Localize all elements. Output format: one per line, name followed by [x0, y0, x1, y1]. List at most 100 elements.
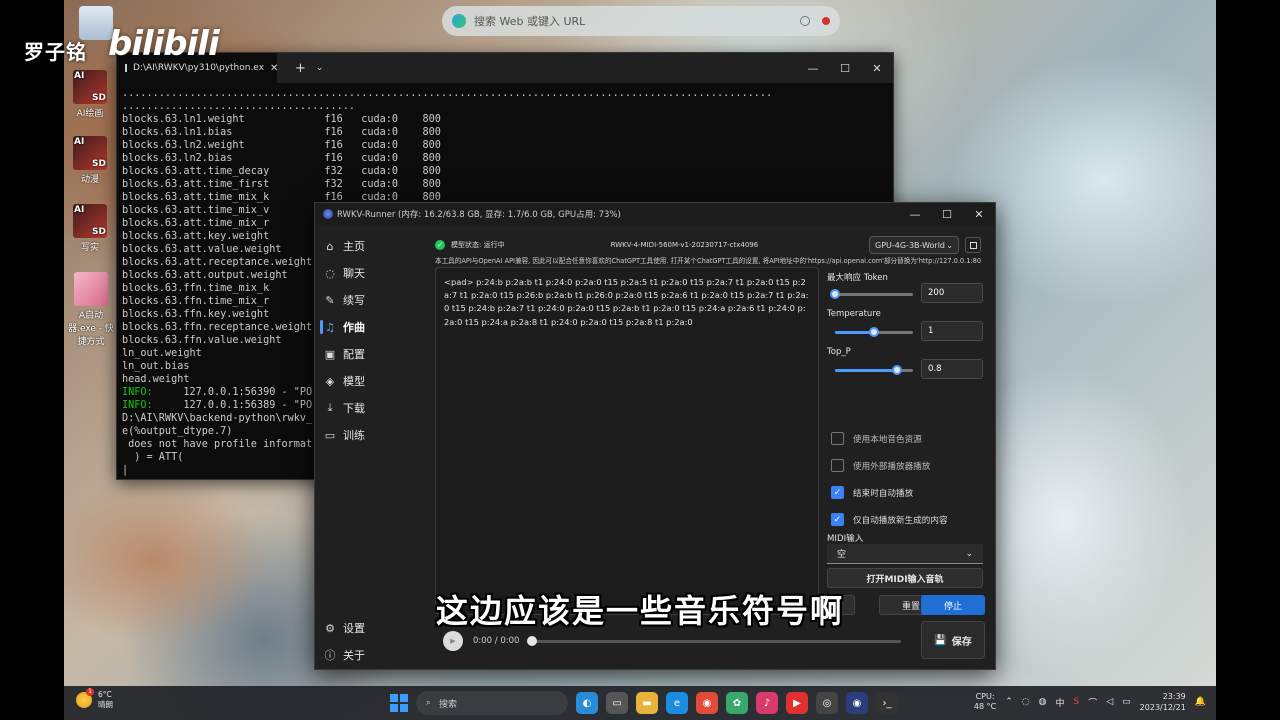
sidebar-item-train[interactable]: ▭ 训练 — [323, 424, 419, 446]
sidebar-item-label: 主页 — [343, 240, 365, 253]
sidebar-item-models[interactable]: ◈ 模型 — [323, 370, 419, 392]
sidebar-item-label: 配置 — [343, 348, 365, 361]
option-label: 仅自动播放新生成的内容 — [853, 515, 948, 526]
terminal-line: ln_out.bias — [122, 361, 190, 372]
desktop-icon-anime[interactable]: AI SD 动漫 — [70, 136, 110, 185]
sidebar-item-chat[interactable]: ◌ 聊天 — [323, 262, 419, 284]
top-p-slider[interactable] — [835, 365, 913, 375]
home-icon: ⌂ — [326, 239, 334, 253]
terminal-line: blocks.63.ln2.bias f16 cuda:0 800 — [122, 153, 441, 164]
temperature-input[interactable]: 1 — [921, 321, 983, 341]
close-icon[interactable]: ✕ — [861, 62, 893, 75]
system-tray: CPU: 48 °C ⌃ ◌ ◍ 中 S ⌒ ◁ ▭ 23:39 2023/12/2… — [974, 691, 1206, 713]
slider-handle[interactable] — [527, 635, 538, 646]
clock[interactable]: 23:39 2023/12/21 — [1140, 691, 1186, 713]
chevron-up-icon[interactable]: ⌃ — [1005, 697, 1013, 707]
terminal-line: blocks.63.att.key.weight — [122, 231, 270, 242]
minimize-icon[interactable]: — — [797, 62, 829, 75]
composition-textarea[interactable]: <pad> p:24:b p:2a:b t1 p:24:0 p:2a:0 t15… — [435, 267, 819, 615]
obs-icon[interactable]: ◎ — [816, 692, 838, 714]
checkbox-checked-icon[interactable]: ✓ — [831, 513, 844, 526]
temperature-slider[interactable] — [835, 327, 913, 337]
player-time: 0:00 / 0:00 — [473, 636, 520, 646]
option-autoplay-new[interactable]: ✓ 仅自动播放新生成的内容 — [831, 506, 991, 533]
antivirus-icon[interactable]: S — [1074, 697, 1080, 707]
desktop-icon-label: A启动器.exe - 快捷方式 — [68, 311, 114, 347]
chevron-down-icon: ⌄ — [946, 240, 953, 250]
desktop-icon-ai-painting[interactable]: AI SD AI绘画 — [70, 70, 110, 119]
terminal-line: ...................................... — [122, 101, 356, 112]
edit-icon: ✎ — [325, 293, 335, 307]
close-tab-icon[interactable]: ✕ — [270, 63, 278, 74]
file-explorer-icon[interactable]: ▬ — [636, 692, 658, 714]
minimize-icon[interactable]: — — [899, 208, 931, 221]
desktop-icon-launcher[interactable]: A启动器.exe - 快捷方式 — [66, 272, 116, 347]
slider-handle[interactable] — [892, 365, 903, 375]
sidebar-item-composition[interactable]: ♫ 作曲 — [320, 316, 419, 338]
rwkv-taskbar-icon[interactable]: ◉ — [846, 692, 868, 714]
progress-slider[interactable] — [527, 635, 902, 646]
browser-address-bar[interactable]: 搜索 Web 或键入 URL — [442, 6, 840, 36]
copilot-icon[interactable]: ◐ — [576, 692, 598, 714]
media-app-icon[interactable]: ♪ — [756, 692, 778, 714]
sidebar-item-about[interactable]: ⓘ 关于 — [323, 644, 419, 666]
sidebar-item-home[interactable]: ⌂ 主页 — [323, 235, 419, 257]
open-midi-track-button[interactable]: 打开MIDI输入音轨 — [827, 568, 983, 588]
taskbar-search[interactable]: ⌕ 搜索 — [416, 691, 568, 715]
option-autoplay-end[interactable]: ✓ 结束时自动播放 — [831, 479, 991, 506]
play-icon[interactable]: ▶ — [443, 631, 463, 651]
checkbox[interactable] — [831, 459, 844, 472]
sidebar-item-config[interactable]: ▣ 配置 — [323, 343, 419, 365]
chat-icon: ◌ — [325, 266, 335, 280]
terminal-line: e(%output_dtype.7) — [122, 426, 233, 437]
new-tab-icon[interactable]: + — [295, 61, 306, 76]
midi-input-select[interactable]: 空 ⌄ — [827, 544, 983, 564]
cpu-temp: 48 °C — [973, 702, 997, 711]
youtube-icon[interactable]: ▶ — [786, 692, 808, 714]
address-placeholder: 搜索 Web 或键入 URL — [474, 15, 586, 28]
network-icon[interactable]: ◍ — [1039, 697, 1047, 707]
terminal-taskbar-icon[interactable]: ›_ — [876, 692, 898, 714]
volume-icon[interactable]: ◁ — [1106, 697, 1113, 707]
chrome-icon[interactable]: ◉ — [696, 692, 718, 714]
ime-indicator[interactable]: 中 — [1055, 696, 1064, 709]
square-icon — [969, 241, 977, 249]
max-tokens-slider[interactable] — [830, 289, 913, 299]
edge-icon[interactable]: e — [666, 692, 688, 714]
notification-bell-icon[interactable]: 🔔 — [1195, 697, 1206, 707]
slider-handle[interactable] — [830, 289, 840, 299]
chevron-down-icon[interactable]: ⌄ — [316, 63, 324, 73]
maximize-icon[interactable]: ☐ — [829, 62, 861, 75]
top-p-input[interactable]: 0.8 — [921, 359, 983, 379]
max-tokens-input[interactable]: 200 — [921, 283, 983, 303]
param-label: Temperature — [827, 309, 881, 319]
chatgpt-icon[interactable]: ✿ — [726, 692, 748, 714]
sidebar-item-completion[interactable]: ✎ 续写 — [323, 289, 419, 311]
help-icon[interactable] — [800, 16, 810, 26]
wechat-icon[interactable]: ◌ — [1022, 697, 1030, 707]
window-title: RWKV-Runner (内存: 16.2/63.8 GB, 显存: 1.7/6… — [337, 210, 621, 220]
download-icon: ⤓ — [327, 401, 333, 414]
weather-widget[interactable]: 1 6°C 晴朗 — [76, 688, 113, 710]
sidebar-item-label: 聊天 — [343, 267, 365, 280]
window-toggle-button[interactable] — [965, 237, 981, 253]
option-local-soundfont[interactable]: 使用本地音色资源 — [831, 425, 991, 452]
sun-icon: 1 — [76, 688, 94, 708]
maximize-icon[interactable]: ☐ — [931, 208, 963, 221]
checkbox-checked-icon[interactable]: ✓ — [831, 486, 844, 499]
desktop-icon-realistic[interactable]: AI SD 写实 — [70, 204, 110, 253]
task-view-icon[interactable]: ▭ — [606, 692, 628, 714]
sidebar-item-downloads[interactable]: ⤓ 下载 — [323, 397, 419, 419]
gpu-config-select[interactable]: GPU-4G-3B-World ⌄ — [869, 236, 959, 254]
midi-input-value: 空 — [837, 550, 847, 560]
weather-desc: 晴朗 — [98, 700, 113, 709]
wifi-icon[interactable]: ⌒ — [1088, 696, 1097, 709]
checkbox[interactable] — [831, 432, 844, 445]
close-icon[interactable]: ✕ — [963, 208, 995, 221]
windows-start-icon[interactable] — [390, 694, 408, 712]
battery-icon[interactable]: ▭ — [1122, 697, 1131, 707]
slider-handle[interactable] — [869, 327, 879, 337]
edge-icon — [452, 14, 466, 28]
terminal-line: blocks.63.ln1.weight f16 cuda:0 800 — [122, 114, 441, 125]
option-external-player[interactable]: 使用外部播放器播放 — [831, 452, 991, 479]
